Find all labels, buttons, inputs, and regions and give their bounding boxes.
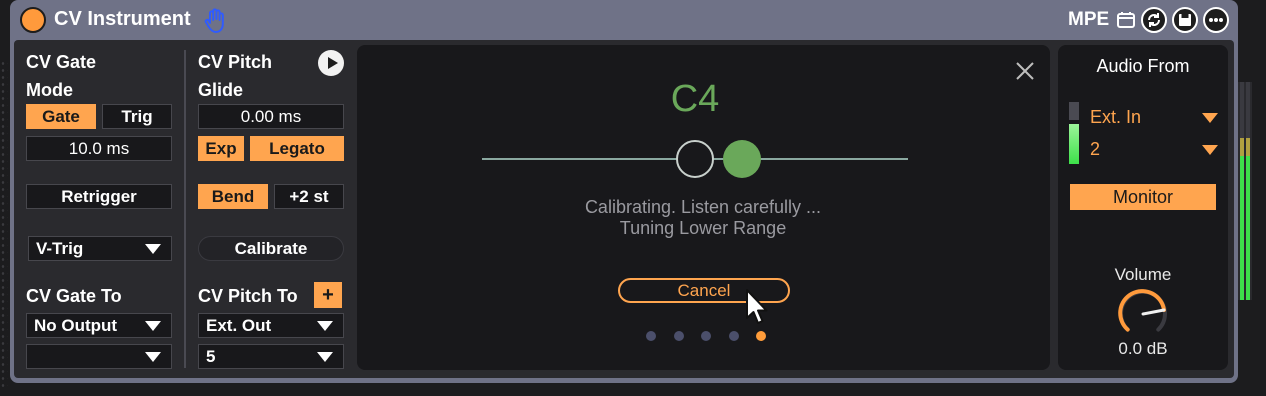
cv-pitch-label: CV Pitch	[198, 52, 273, 72]
pitch-output-dropdown[interactable]: Ext. Out	[198, 313, 344, 338]
chevron-down-icon	[145, 320, 161, 331]
glide-label: Glide	[198, 80, 244, 100]
chevron-down-icon	[145, 351, 161, 362]
hand-icon[interactable]	[204, 8, 228, 34]
calibration-substatus: Tuning Lower Range	[619, 218, 787, 238]
page-indicator	[646, 331, 766, 341]
calibration-note: C4	[670, 78, 720, 120]
save-icon[interactable]	[1172, 7, 1198, 33]
chevron-down-icon	[317, 351, 333, 362]
volume-value: 0.0 dB	[1118, 339, 1168, 358]
gate-channel-dropdown[interactable]	[26, 344, 172, 369]
trigger-type-value: V-Trig	[36, 238, 84, 258]
page-dot	[646, 331, 656, 341]
gate-output-value: No Output	[34, 315, 118, 335]
monitor-button[interactable]: Monitor	[1070, 184, 1216, 210]
add-output-button[interactable]: +	[314, 282, 342, 308]
bend-button[interactable]: Bend	[198, 184, 268, 209]
audio-channel-value: 2	[1090, 139, 1101, 159]
cv-gate-label: CV Gate	[26, 52, 97, 72]
chevron-down-icon	[1202, 113, 1218, 123]
retrigger-button[interactable]: Retrigger	[26, 184, 172, 209]
chevron-down-icon	[145, 243, 161, 254]
gate-mode-button[interactable]: Gate	[26, 104, 96, 129]
page-dot	[728, 331, 739, 341]
input-level-meter	[1069, 102, 1081, 164]
chevron-down-icon	[317, 320, 333, 331]
output-level-meter	[1238, 82, 1252, 300]
page-dot	[673, 331, 684, 341]
volume-label: Volume	[1114, 265, 1172, 284]
close-icon[interactable]	[1014, 60, 1036, 82]
audio-input-dropdown[interactable]: Ext. In	[1088, 106, 1222, 130]
more-icon[interactable]	[1203, 7, 1229, 33]
bend-range-field[interactable]: +2 st	[274, 184, 344, 209]
cv-pitch-to-label: CV Pitch To	[198, 286, 298, 306]
audio-from-label: Audio From	[1096, 56, 1190, 76]
device-title: CV Instrument	[54, 8, 191, 30]
audio-channel-dropdown[interactable]: 2	[1088, 138, 1222, 162]
legato-button[interactable]: Legato	[250, 136, 344, 161]
chevron-down-icon	[1202, 145, 1218, 155]
pitch-output-value: Ext. Out	[206, 315, 272, 335]
mpe-label: MPE	[1068, 9, 1110, 30]
cursor-icon	[744, 288, 770, 326]
gate-mode-label: Mode	[26, 80, 73, 100]
glide-time-field[interactable]: 0.00 ms	[198, 104, 344, 129]
trig-mode-button[interactable]: Trig	[102, 104, 172, 129]
gate-output-dropdown[interactable]: No Output	[26, 313, 172, 338]
pitch-channel-value: 5	[206, 346, 216, 366]
calibration-status: Calibrating. Listen carefully ...	[584, 197, 822, 217]
column-divider	[184, 50, 186, 368]
gate-time-field[interactable]: 10.0 ms	[26, 136, 172, 161]
mpe-toggle-icon[interactable]	[1116, 10, 1136, 30]
page-dot	[701, 331, 711, 341]
exp-button[interactable]: Exp	[198, 136, 244, 161]
trigger-type-dropdown[interactable]: V-Trig	[28, 236, 172, 261]
play-icon[interactable]	[318, 50, 344, 76]
rack-edge-texture	[0, 60, 8, 390]
refresh-icon[interactable]	[1141, 7, 1167, 33]
pitch-channel-dropdown[interactable]: 5	[198, 344, 344, 369]
device-power-button[interactable]	[20, 7, 46, 33]
page-dot-active	[756, 331, 766, 341]
calibrate-button[interactable]: Calibrate	[198, 236, 344, 261]
pitch-slider	[482, 136, 908, 182]
volume-knob[interactable]	[1113, 286, 1173, 338]
cv-gate-to-label: CV Gate To	[26, 286, 122, 306]
audio-input-value: Ext. In	[1090, 107, 1142, 127]
